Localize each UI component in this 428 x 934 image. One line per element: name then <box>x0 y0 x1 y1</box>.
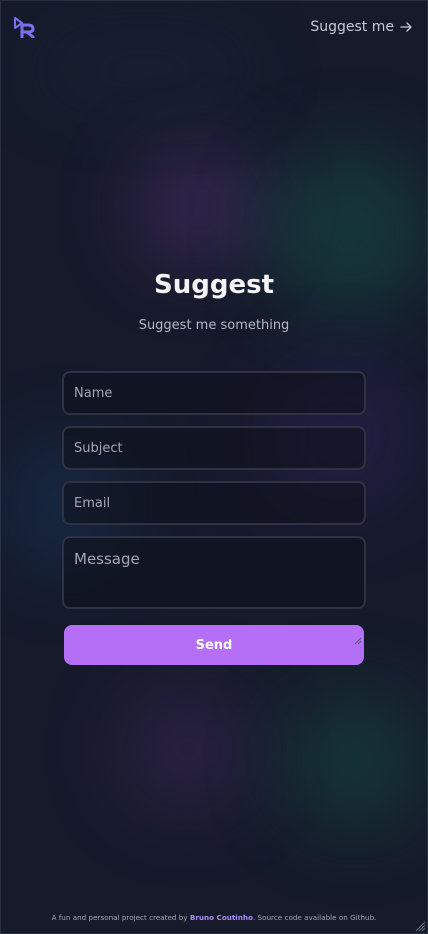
name-input[interactable] <box>62 371 366 415</box>
purple-glow <box>135 150 260 265</box>
footer-text-start: A fun and personal project created by <box>51 913 190 922</box>
page-title: Suggest <box>154 270 274 300</box>
dr-logo-icon[interactable] <box>13 16 35 39</box>
footer-text-end: . Source code available on Github. <box>252 913 377 922</box>
email-input[interactable] <box>62 481 366 525</box>
teal-glow-top <box>30 40 260 100</box>
suggest-form: Send <box>62 371 366 665</box>
author-link[interactable]: Bruno Coutinho <box>190 913 253 922</box>
textarea-resize-grip-icon[interactable] <box>354 637 362 645</box>
subject-input[interactable] <box>62 426 366 470</box>
page-subtitle: Suggest me something <box>138 318 290 333</box>
footer: A fun and personal project created by Br… <box>0 913 428 922</box>
suggest-me-label: Suggest me <box>310 19 394 35</box>
green-glow-bottom <box>280 690 428 830</box>
window-resize-grip-icon[interactable] <box>414 920 426 932</box>
suggest-me-link[interactable]: Suggest me <box>310 19 412 35</box>
purple-glow-bottom <box>120 690 255 810</box>
arrow-right-icon <box>400 22 412 32</box>
message-textarea[interactable] <box>62 536 366 609</box>
send-button[interactable]: Send <box>64 625 364 665</box>
